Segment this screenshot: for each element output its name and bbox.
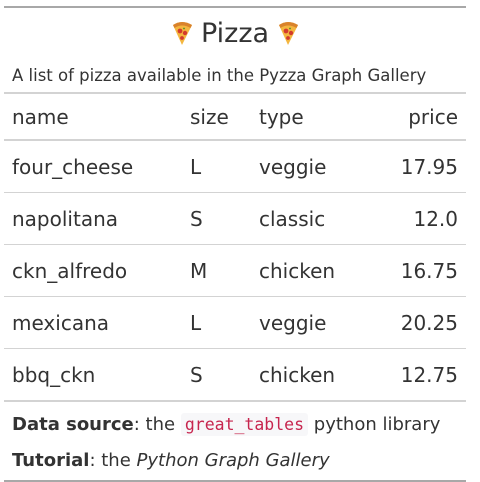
source-note: Data source: the great_tables python lib… bbox=[12, 406, 466, 442]
pizza-table: Pizza A list of pizza available in the P… bbox=[4, 6, 466, 482]
table-row: four_cheese L veggie 17.95 bbox=[4, 141, 466, 193]
table-row: bbq_ckn S chicken 12.75 bbox=[4, 349, 466, 402]
tutorial-note: Tutorial: the Python Graph Gallery bbox=[12, 442, 466, 478]
table-footer: Data source: the great_tables python lib… bbox=[4, 402, 466, 480]
table-body: four_cheese L veggie 17.95 napolitana S … bbox=[4, 141, 466, 402]
source-label: Data source bbox=[12, 413, 134, 435]
cell-size: S bbox=[190, 206, 203, 231]
cell-type: chicken bbox=[259, 362, 336, 387]
tutorial-label: Tutorial bbox=[12, 449, 90, 471]
table-title-text: Pizza bbox=[200, 17, 270, 49]
cell-name: ckn_alfredo bbox=[12, 258, 128, 283]
source-code: great_tables bbox=[180, 412, 309, 436]
tutorial-prefix: : the bbox=[89, 449, 137, 471]
table-row: mexicana L veggie 20.25 bbox=[4, 297, 466, 349]
column-header-size: size bbox=[190, 104, 229, 129]
pizza-icon bbox=[275, 20, 301, 46]
table-title: Pizza bbox=[4, 8, 466, 58]
cell-type: veggie bbox=[259, 310, 327, 335]
cell-size: L bbox=[190, 310, 202, 335]
cell-size: L bbox=[190, 154, 202, 179]
cell-type: veggie bbox=[259, 154, 327, 179]
table-row: napolitana S classic 12.0 bbox=[4, 193, 466, 245]
table-subtitle: A list of pizza available in the Pyzza G… bbox=[4, 58, 466, 94]
source-prefix: : the bbox=[133, 413, 181, 435]
cell-price: 16.75 bbox=[400, 258, 458, 283]
column-header-name: name bbox=[12, 104, 69, 129]
pizza-icon bbox=[169, 20, 195, 46]
cell-name: bbq_ckn bbox=[12, 362, 96, 387]
cell-name: mexicana bbox=[12, 310, 110, 335]
cell-size: S bbox=[190, 362, 203, 387]
cell-type: classic bbox=[259, 206, 326, 231]
cell-price: 12.75 bbox=[400, 362, 458, 387]
column-header-price: price bbox=[408, 104, 458, 129]
source-suffix: python library bbox=[308, 413, 441, 435]
cell-price: 20.25 bbox=[400, 310, 458, 335]
cell-name: four_cheese bbox=[12, 154, 134, 179]
tutorial-link[interactable]: Python Graph Gallery bbox=[137, 450, 330, 471]
column-header-row: name size type price bbox=[4, 94, 466, 141]
cell-size: M bbox=[190, 258, 208, 283]
column-header-type: type bbox=[259, 104, 304, 129]
cell-price: 12.0 bbox=[413, 206, 458, 231]
cell-price: 17.95 bbox=[400, 154, 458, 179]
cell-type: chicken bbox=[259, 258, 336, 283]
table-row: ckn_alfredo M chicken 16.75 bbox=[4, 245, 466, 297]
cell-name: napolitana bbox=[12, 206, 119, 231]
